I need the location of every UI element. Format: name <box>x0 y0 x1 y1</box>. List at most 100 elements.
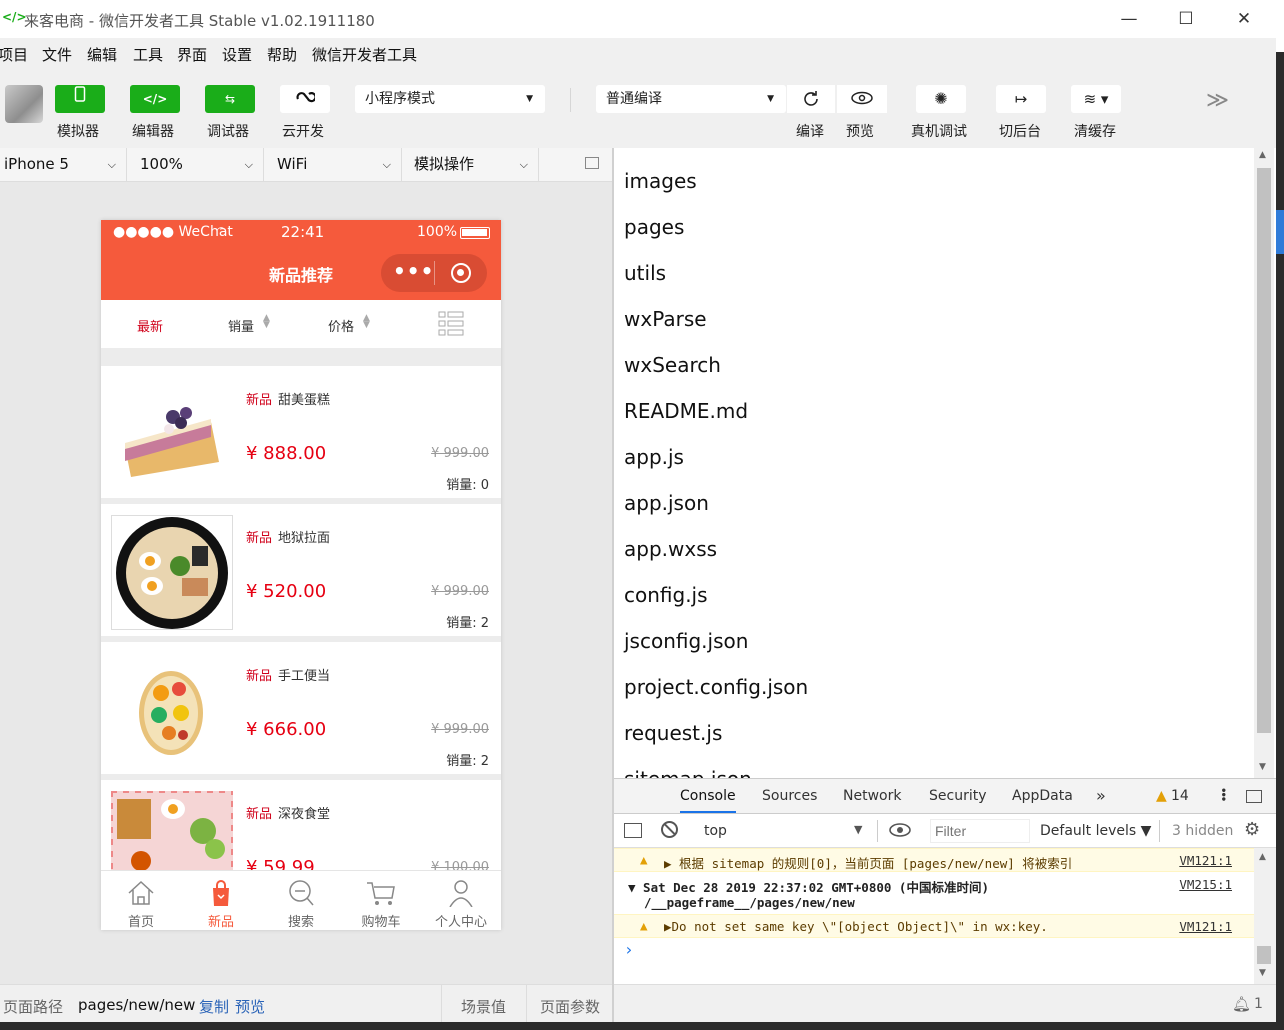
menu-help[interactable]: 帮助 <box>267 44 297 65</box>
warning-count[interactable]: 14 <box>1171 788 1189 804</box>
preview-link[interactable]: 预览 <box>235 996 265 1017</box>
product-card[interactable]: 新品 手工便当 ¥ 666.00 ¥ 999.00 销量: 2 <box>101 642 501 774</box>
menu-edit[interactable]: 编辑 <box>87 44 117 65</box>
product-card[interactable]: 新品 地狱拉面 ¥ 520.00 ¥ 999.00 销量: 2 <box>101 504 501 636</box>
remote-debug-button[interactable]: ✺ <box>916 85 966 113</box>
tab-new[interactable]: 新品 <box>181 871 261 930</box>
file-item[interactable]: utils <box>624 261 666 285</box>
product-image <box>111 653 233 768</box>
list-view-icon[interactable] <box>438 310 464 336</box>
more-dots-icon[interactable]: ••• <box>393 259 434 283</box>
menu-interface[interactable]: 界面 <box>177 44 207 65</box>
remote-debug-label: 真机调试 <box>911 124 967 140</box>
detach-window-icon[interactable] <box>585 157 599 169</box>
window-title: 来客电商 - 微信开发者工具 Stable v1.02.1911180 <box>24 12 375 30</box>
clear-cache-button[interactable]: ≋ ▾ <box>1071 85 1121 113</box>
file-item[interactable]: wxParse <box>624 307 707 331</box>
scene-button[interactable]: 场景值 <box>461 996 506 1017</box>
background-label: 切后台 <box>999 124 1041 140</box>
tab-cart[interactable]: 购物车 <box>341 871 421 930</box>
zoom-select[interactable]: 100% ⌵ <box>127 148 264 181</box>
tab-search[interactable]: 搜索 <box>261 871 341 930</box>
file-item[interactable]: config.js <box>624 583 708 607</box>
simulator-button[interactable] <box>55 85 105 113</box>
device-model-select[interactable]: iPhone 5 ⌵ <box>0 148 127 181</box>
log-levels-select[interactable]: Default levels ▼ <box>1040 823 1151 839</box>
tab-security[interactable]: Security <box>929 788 987 804</box>
capsule-menu[interactable]: ••• <box>381 254 487 292</box>
close-button[interactable]: ✕ <box>1231 6 1257 32</box>
maximize-button[interactable]: ☐ <box>1173 6 1199 32</box>
eye-icon[interactable] <box>889 823 911 837</box>
filter-price[interactable]: 价格 <box>328 316 354 335</box>
filter-sales[interactable]: 销量 <box>228 316 254 335</box>
compile-mode-select[interactable]: 普通编译 ▼ <box>596 85 786 113</box>
bell-icon[interactable]: 🔔︎ <box>1232 995 1251 1013</box>
tab-profile[interactable]: 个人中心 <box>421 871 501 930</box>
operation-select[interactable]: 模拟操作 ⌵ <box>402 148 539 181</box>
tab-sources[interactable]: Sources <box>762 788 817 804</box>
tab-home[interactable]: 首页 <box>101 871 181 930</box>
user-avatar[interactable] <box>5 85 43 123</box>
preview-button[interactable] <box>837 85 887 113</box>
compile-button[interactable] <box>787 85 835 113</box>
tab-appdata[interactable]: AppData <box>1012 788 1073 804</box>
mode-select[interactable]: 小程序模式 ▼ <box>355 85 545 113</box>
filter-input[interactable] <box>931 820 1029 842</box>
file-item[interactable]: pages <box>624 215 684 239</box>
tab-network[interactable]: Network <box>843 788 901 804</box>
minimize-button[interactable]: — <box>1116 6 1142 32</box>
close-miniprogram-icon[interactable] <box>451 263 471 283</box>
dock-icon[interactable] <box>1246 790 1262 803</box>
source-link[interactable]: VM121:1 <box>1179 919 1232 934</box>
console-prompt[interactable]: › <box>624 940 634 959</box>
code-icon: </> <box>142 92 168 106</box>
refresh-icon <box>804 91 818 106</box>
console-message[interactable]: ▲ ▶Do not set same key \"[object Object]… <box>614 914 1254 938</box>
settings-gear-icon[interactable]: ⚙ <box>1244 819 1260 840</box>
file-item[interactable]: sitemap.json <box>624 767 752 778</box>
file-item[interactable]: images <box>624 169 697 193</box>
product-tag: 新品 <box>246 807 273 822</box>
console-message[interactable]: ▲ ▶ 根据 sitemap 的规则[0]，当前页面 [pages/new/ne… <box>614 848 1254 872</box>
network-select[interactable]: WiFi ⌵ <box>264 148 402 181</box>
console-scrollbar[interactable]: ▲ ▼ <box>1254 848 1274 984</box>
tab-console[interactable]: Console <box>680 788 736 813</box>
file-item[interactable]: app.json <box>624 491 709 515</box>
file-item[interactable]: wxSearch <box>624 353 721 377</box>
file-list-scrollbar[interactable]: ▲ ▼ <box>1254 148 1274 778</box>
file-item[interactable]: project.config.json <box>624 675 808 699</box>
background-button[interactable]: ↦ <box>996 85 1046 113</box>
file-item[interactable]: request.js <box>624 721 722 745</box>
menu-file[interactable]: 文件 <box>42 44 72 65</box>
product-image <box>111 377 233 492</box>
page-params-button[interactable]: 页面参数 <box>540 996 600 1017</box>
editor-button[interactable]: </> <box>130 85 180 113</box>
title-bar: </> 来客电商 - 微信开发者工具 Stable v1.02.1911180 … <box>0 0 1276 38</box>
menu-project[interactable]: 项目 <box>0 44 28 65</box>
cloud-button[interactable] <box>280 85 330 113</box>
filter-latest[interactable]: 最新 <box>137 316 163 335</box>
kebab-menu-icon[interactable]: ••• <box>1217 787 1228 800</box>
context-select[interactable]: top <box>704 823 727 839</box>
product-sales: 销量: 0 <box>446 478 489 493</box>
more-tabs-icon[interactable]: » <box>1096 786 1106 805</box>
source-link[interactable]: VM121:1 <box>1179 853 1232 868</box>
debugger-button[interactable]: ⇆ <box>205 85 255 113</box>
menu-wechat-devtools[interactable]: 微信开发者工具 <box>312 44 417 65</box>
product-card[interactable]: 新品 甜美蛋糕 ¥ 888.00 ¥ 999.00 销量: 0 <box>101 366 501 498</box>
file-item[interactable]: app.wxss <box>624 537 717 561</box>
menu-settings[interactable]: 设置 <box>222 44 252 65</box>
file-item[interactable]: app.js <box>624 445 684 469</box>
device-model-value: iPhone 5 <box>4 155 69 173</box>
file-item[interactable]: jsconfig.json <box>624 629 748 653</box>
clear-console-icon[interactable] <box>661 821 678 838</box>
file-item[interactable]: README.md <box>624 399 748 423</box>
source-link[interactable]: VM215:1 <box>1179 877 1232 892</box>
menu-tools[interactable]: 工具 <box>133 44 163 65</box>
more-tools-icon[interactable]: ≫ <box>1206 88 1229 113</box>
compile-mode-value: 普通编译 <box>606 91 662 107</box>
sidebar-toggle-icon[interactable] <box>624 823 642 838</box>
console-message[interactable]: ▼ Sat Dec 28 2019 22:37:02 GMT+0800 (中国标… <box>614 873 1254 913</box>
copy-link[interactable]: 复制 <box>199 996 229 1017</box>
